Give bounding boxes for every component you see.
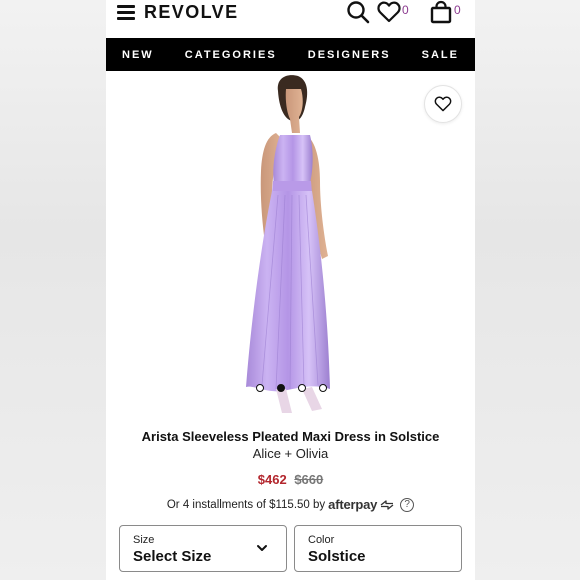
carousel-dot[interactable] xyxy=(319,384,327,392)
main-nav: NEW CATEGORIES DESIGNERS SALE xyxy=(106,38,475,71)
site-header: REVOLVE 0 0 xyxy=(106,0,475,38)
product-image-carousel[interactable] xyxy=(106,71,475,422)
product-photo xyxy=(246,75,330,413)
mobile-page: REVOLVE 0 0 NEW CATEGORIES DESIGNERS SAL… xyxy=(106,0,475,580)
original-price: $660 xyxy=(294,472,324,487)
bag-count: 0 xyxy=(454,3,461,17)
carousel-dots xyxy=(256,384,327,392)
background-right-blur xyxy=(475,0,580,580)
carousel-dot[interactable] xyxy=(256,384,264,392)
nav-item-new[interactable]: NEW xyxy=(122,49,154,61)
color-select-label: Color xyxy=(308,534,335,546)
heart-outline-icon xyxy=(434,96,452,112)
chevron-down-icon xyxy=(257,545,267,551)
installments-text: Or 4 installments of $115.50 by xyxy=(166,498,326,511)
nav-item-categories[interactable]: CATEGORIES xyxy=(185,49,277,61)
logo[interactable]: REVOLVE xyxy=(144,2,238,23)
color-select-value: Solstice xyxy=(308,548,366,565)
shopping-bag-icon[interactable] xyxy=(429,0,453,24)
background-left-blur xyxy=(0,0,106,580)
size-select-label: Size xyxy=(133,534,155,546)
carousel-dot-active[interactable] xyxy=(277,384,285,392)
nav-item-sale[interactable]: SALE xyxy=(422,49,459,61)
carousel-dot[interactable] xyxy=(298,384,306,392)
size-select[interactable]: Size Select Size xyxy=(119,525,287,572)
sale-price: $462 xyxy=(257,472,287,487)
product-brand[interactable]: Alice + Olivia xyxy=(106,446,475,461)
wishlist-count: 0 xyxy=(402,3,409,17)
search-icon[interactable] xyxy=(346,0,370,24)
afterpay-row: Or 4 installments of $115.50 by afterpay… xyxy=(106,497,475,512)
info-icon[interactable]: ? xyxy=(400,497,415,512)
nav-item-designers[interactable]: DESIGNERS xyxy=(308,49,391,61)
color-select[interactable]: Color Solstice xyxy=(294,525,462,572)
hamburger-menu-icon[interactable] xyxy=(117,5,135,20)
price-row: $462 $660 xyxy=(106,472,475,487)
add-to-wishlist-button[interactable] xyxy=(424,85,462,123)
afterpay-logo: afterpay xyxy=(328,497,378,512)
product-title: Arista Sleeveless Pleated Maxi Dress in … xyxy=(141,429,440,444)
heart-icon[interactable] xyxy=(377,1,401,23)
size-select-value: Select Size xyxy=(133,548,212,565)
afterpay-arrows-icon xyxy=(380,499,394,510)
